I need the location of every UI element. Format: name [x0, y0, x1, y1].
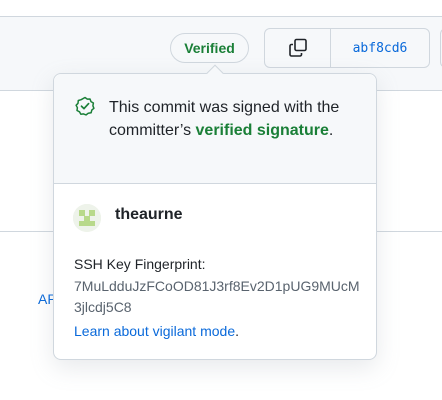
copy-icon	[288, 38, 307, 57]
copy-sha-button[interactable]	[265, 29, 331, 67]
learn-suffix: .	[235, 323, 239, 339]
commit-sha-group: abf8cd6	[264, 28, 430, 68]
commit-sha-label: abf8cd6	[352, 40, 408, 56]
verified-signature-text: verified signature	[195, 122, 329, 139]
identicon-avatar	[73, 204, 101, 232]
learn-vigilant-mode: Learn about vigilant mode.	[74, 321, 239, 342]
popover-header: This commit was signed with the committe…	[54, 74, 376, 184]
commit-sha-link[interactable]: abf8cd6	[331, 29, 429, 67]
verified-badge[interactable]: Verified	[170, 33, 249, 63]
signature-popover: This commit was signed with the committe…	[53, 64, 377, 360]
learn-vigilant-mode-link[interactable]: Learn about vigilant mode	[74, 323, 235, 339]
check-circle-icon	[75, 96, 95, 116]
fingerprint-label: SSH Key Fingerprint:	[74, 256, 206, 272]
committer-username[interactable]: theaurne	[115, 206, 183, 224]
verified-badge-label: Verified	[184, 40, 235, 56]
fingerprint-value: 7MuLdduJzFCoOD81J3rf8Ev2D1pUG9MUcM3jlcdj…	[74, 278, 360, 315]
avatar[interactable]	[73, 204, 101, 232]
signature-message: This commit was signed with the committe…	[109, 96, 359, 142]
signature-message-end: .	[328, 122, 334, 139]
